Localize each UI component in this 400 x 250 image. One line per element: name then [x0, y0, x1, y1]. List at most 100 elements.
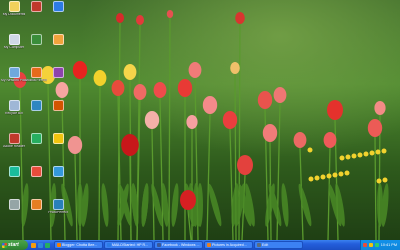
desktop-icon[interactable] [46, 67, 70, 89]
quick-launch [28, 242, 53, 248]
tulip-bloom [222, 111, 238, 129]
system-tray: 10:41 PM [360, 240, 400, 250]
yellow-flower [363, 151, 369, 157]
desktop-icon[interactable] [24, 133, 48, 155]
quick-launch-icon[interactable] [31, 242, 36, 248]
yellow-flower [369, 150, 375, 156]
tulip-bloom [202, 96, 218, 114]
tulip-bloom [177, 79, 193, 97]
app-icon [52, 1, 64, 12]
tulip-bloom [374, 101, 386, 115]
task-app-icon [157, 243, 161, 247]
app-icon [30, 100, 42, 111]
desktop-icon[interactable]: My Computer [2, 34, 26, 56]
desktop-icon[interactable]: Mozilla Firefox [24, 67, 48, 89]
desktop-icon[interactable] [46, 100, 70, 122]
desktop-icon[interactable]: Recycle Bin [2, 100, 26, 122]
app-icon [30, 67, 42, 78]
task-app-icon [57, 243, 61, 247]
task-button[interactable]: Blogger: Chotta Bee... [54, 241, 103, 249]
yellow-flower [307, 147, 313, 153]
tulip-bloom [262, 124, 278, 142]
task-button[interactable]: Edit [254, 241, 303, 249]
task-app-icon [207, 243, 211, 247]
yellow-flower [382, 177, 388, 183]
task-button[interactable]: Facebook - Windows ... [154, 241, 203, 249]
app-icon [8, 34, 20, 45]
tulip-bloom [327, 100, 343, 120]
desktop-icon[interactable] [24, 100, 48, 122]
tulip-bloom [186, 115, 198, 129]
desktop-icon[interactable] [46, 34, 70, 56]
desktop-icon-label: Adobe Reader [3, 145, 25, 148]
app-icon [30, 133, 42, 144]
app-icon [52, 67, 64, 78]
yellow-flower [332, 172, 338, 178]
tulip-bloom [123, 64, 137, 80]
yellow-flower [338, 171, 344, 177]
yellow-flower [326, 173, 332, 179]
taskbar: start Blogger: Chotta Bee... MAILDStarted… [0, 240, 400, 250]
quick-launch-icon[interactable] [38, 242, 43, 248]
desktop-icon[interactable] [46, 166, 70, 188]
tulip-bloom [133, 84, 147, 100]
tulip-bloom [180, 190, 196, 210]
desktop-icon[interactable] [2, 199, 26, 221]
yellow-flower [357, 152, 363, 158]
tulip-bloom [235, 12, 245, 24]
tray-icon[interactable] [362, 243, 367, 247]
task-button[interactable]: Pictures in Acquired... [204, 241, 253, 249]
quick-launch-icon[interactable] [45, 242, 50, 248]
app-icon [8, 100, 20, 111]
tulip-bloom [153, 82, 167, 98]
app-icon [52, 199, 64, 210]
clock[interactable]: 10:41 PM [381, 243, 397, 247]
tulip-bloom [93, 70, 107, 86]
app-icon [30, 34, 42, 45]
app-icon [30, 1, 42, 12]
desktop-icon[interactable] [24, 1, 48, 23]
tray-icon[interactable] [374, 243, 379, 247]
yellow-flower [376, 178, 382, 184]
app-icon [8, 133, 20, 144]
desktop-icon-label: PhotoPerfect [48, 211, 68, 214]
app-icon [8, 199, 20, 210]
app-icon [52, 166, 64, 177]
app-icon [30, 166, 42, 177]
app-icon [30, 199, 42, 210]
yellow-flower [375, 149, 381, 155]
desktop-icon[interactable] [2, 166, 26, 188]
app-icon [52, 34, 64, 45]
desktop-icon-label: Recycle Bin [5, 112, 23, 115]
desktop-icon-label: Mozilla Firefox [25, 79, 47, 82]
desktop-icon[interactable] [46, 133, 70, 155]
desktop-icon[interactable] [24, 34, 48, 56]
tulip-bloom [188, 62, 202, 78]
tulip-bloom [136, 15, 144, 25]
app-icon [8, 1, 20, 12]
desktop-icon[interactable]: My Network Places [1, 67, 27, 89]
desktop-icon[interactable] [24, 199, 48, 221]
yellow-flower [320, 174, 326, 180]
yellow-flower [344, 170, 350, 176]
desktop-icon[interactable]: My Documents [2, 1, 26, 23]
tulip-bloom [121, 134, 139, 156]
desktop-icon[interactable]: PhotoPerfect [46, 199, 70, 221]
task-button[interactable]: MAILDStarted: HP R... [104, 241, 153, 249]
desktop-icon-label: My Documents [2, 13, 26, 16]
desktop-icon[interactable]: Adobe Reader [2, 133, 26, 155]
app-icon [52, 100, 64, 111]
desktop-icon[interactable] [46, 1, 70, 23]
tray-icon[interactable] [368, 243, 373, 247]
tulip-bloom [367, 119, 383, 137]
start-button[interactable]: start [0, 240, 28, 250]
tulip-bloom [116, 13, 124, 23]
desktop-icon-label: My Computer [3, 46, 25, 49]
task-label: MAILDStarted: HP R... [112, 243, 149, 247]
desktop[interactable]: My Documents My Computer My Network Places… [0, 0, 400, 240]
yellow-flower [308, 176, 314, 182]
app-icon [52, 133, 64, 144]
windows-logo-icon [2, 242, 7, 248]
tulip-bloom [111, 80, 125, 96]
desktop-icon[interactable] [24, 166, 48, 188]
